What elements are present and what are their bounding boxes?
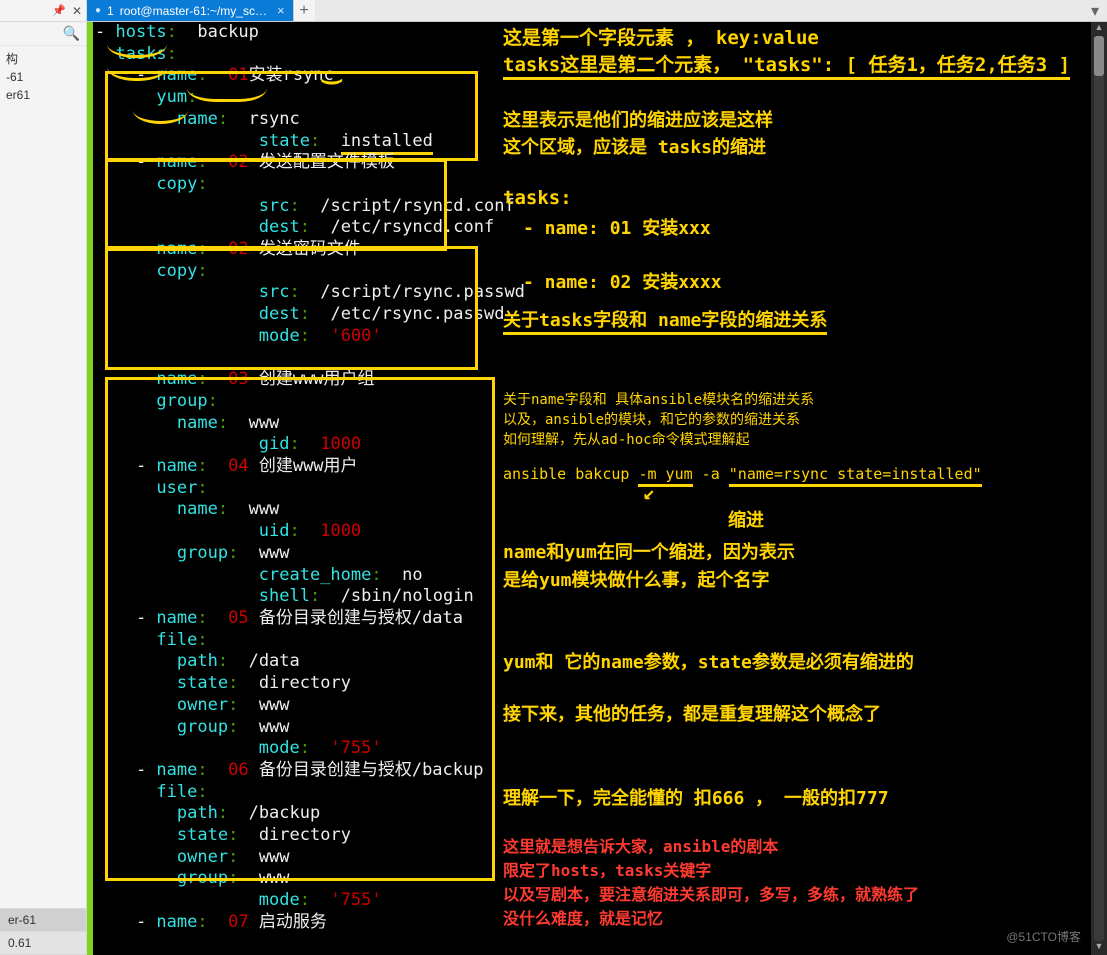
annotation-text: 以及，ansible的模块，和它的参数的缩进关系: [503, 410, 800, 432]
scrollbar-thumb[interactable]: [1094, 36, 1104, 76]
annotation-text: name和yum在同一个缩进，因为表示: [503, 542, 795, 564]
terminal[interactable]: - hosts: backup tasks: - name: 01安装rsync…: [93, 22, 1091, 955]
tab-index: 1: [107, 4, 114, 18]
watermark: @51CTO博客: [1006, 927, 1081, 949]
annotation-text: 如何理解，先从ad-hoc命令模式理解起: [503, 430, 750, 452]
sidebar-bottom-tab[interactable]: 0.61: [0, 932, 86, 955]
annotation-text: tasks:: [503, 188, 572, 210]
annotation-text: tasks这里是第二个元素， "tasks": [ 任务1，任务2,任务3 ]: [503, 55, 1070, 77]
panel-titlebar: 📌 ✕: [0, 0, 86, 22]
tab-menu-icon[interactable]: ▾: [1083, 0, 1107, 21]
annotation-curly: ⌣: [320, 70, 344, 92]
terminal-wrap: - hosts: backup tasks: - name: 01安装rsync…: [87, 22, 1107, 955]
annotation-text: 以及写剧本，要注意缩进关系即可，多写，多练，就熟练了: [503, 884, 919, 906]
tree-item[interactable]: er61: [6, 86, 80, 104]
annotation-text: 关于name字段和 具体ansible模块名的缩进关系: [503, 390, 814, 412]
tab-bar: ● 1 root@master-61:~/my_sc… × + ▾: [87, 0, 1107, 22]
left-panel: 📌 ✕ 🔍 构 -61 er61 er-61 0.61: [0, 0, 87, 955]
annotation-text: 是给yum模块做什么事，起个名字: [503, 570, 770, 592]
annotation-text: 缩进: [728, 510, 764, 532]
pin-icon[interactable]: 📌: [52, 4, 66, 17]
add-tab-button[interactable]: +: [293, 0, 315, 21]
annotation-text: yum和 它的name参数，state参数是必须有缩进的: [503, 652, 914, 674]
annotation-text: 关于tasks字段和 name字段的缩进关系: [503, 310, 827, 332]
tab-close-icon[interactable]: ×: [277, 3, 285, 18]
tab-indicator-icon: ●: [95, 5, 101, 16]
search-icon: 🔍: [63, 25, 80, 42]
annotation-text: 理解一下，完全能懂的 扣666 ， 一般的扣777: [503, 788, 889, 810]
tree-item[interactable]: 构: [6, 50, 80, 68]
annotation-text: 这里表示是他们的缩进应该是这样: [503, 110, 773, 132]
annotation-text: 没什么难度，就是记忆: [503, 908, 663, 930]
scrollbar-track: [1094, 36, 1104, 941]
scroll-up-icon[interactable]: ▲: [1091, 22, 1107, 36]
annotation-text: 这是第一个字段元素 ， key:value: [503, 28, 819, 50]
sidebar-tree: 构 -61 er61: [0, 46, 86, 108]
panel-close-icon[interactable]: ✕: [72, 4, 82, 18]
scroll-down-icon[interactable]: ▼: [1091, 941, 1107, 955]
app-root: 📌 ✕ 🔍 构 -61 er61 er-61 0.61 ● 1 root@mas…: [0, 0, 1107, 955]
annotation-text: - name: 02 安装xxxx: [523, 272, 722, 294]
sidebar-bottom-tabs: er-61 0.61: [0, 908, 86, 955]
panel-search[interactable]: 🔍: [0, 22, 86, 46]
vertical-scrollbar[interactable]: ▲ ▼: [1091, 22, 1107, 955]
main-area: ● 1 root@master-61:~/my_sc… × + ▾ - host…: [87, 0, 1107, 955]
annotation-text: 接下来，其他的任务，都是重复理解这个概念了: [503, 704, 881, 726]
tab-title: root@master-61:~/my_sc…: [120, 4, 267, 18]
annotation-text: 这个区域，应该是 tasks的缩进: [503, 137, 766, 159]
terminal-tab[interactable]: ● 1 root@master-61:~/my_sc… ×: [87, 0, 293, 21]
annotation-arrow-icon: ↙: [643, 482, 655, 504]
annotation-text: 限定了hosts，tasks关键字: [503, 860, 711, 882]
tree-item[interactable]: -61: [6, 68, 80, 86]
annotation-text: - name: 01 安装xxx: [523, 218, 711, 240]
annotation-command: ansible bakcup -m yum -a "name=rsync sta…: [503, 464, 982, 486]
annotation-text: 这里就是想告诉大家，ansible的剧本: [503, 836, 778, 858]
sidebar-bottom-tab[interactable]: er-61: [0, 909, 86, 932]
